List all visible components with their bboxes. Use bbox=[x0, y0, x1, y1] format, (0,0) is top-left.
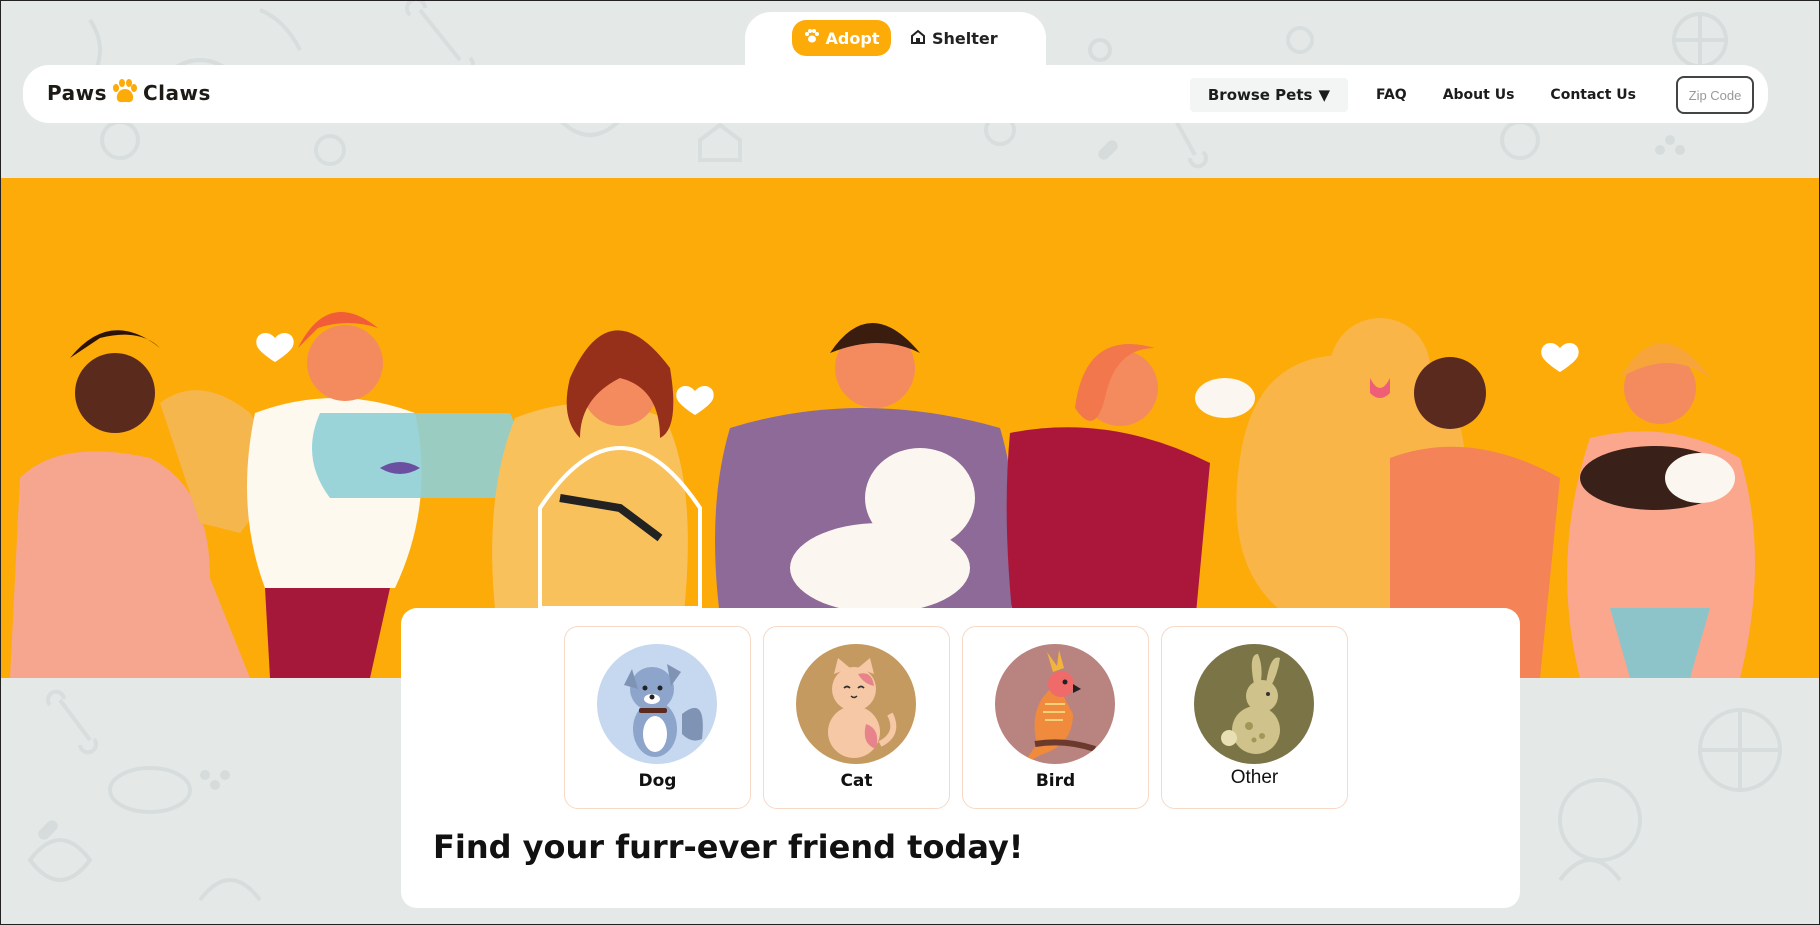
hero-banner bbox=[0, 178, 1820, 678]
rabbit-icon bbox=[1194, 644, 1314, 764]
logo-text-right: Claws bbox=[143, 81, 211, 105]
bird-icon bbox=[995, 644, 1115, 764]
logo-text-left: Paws bbox=[47, 81, 107, 105]
browse-pets-label: Browse Pets bbox=[1207, 86, 1313, 104]
nav-faq[interactable]: FAQ bbox=[1358, 78, 1425, 112]
category-bird[interactable]: Bird bbox=[962, 626, 1149, 809]
header-bar: Paws Claws Browse Pets ▼ FAQ About Us Co… bbox=[23, 65, 1768, 123]
browse-pets-dropdown[interactable]: Browse Pets ▼ bbox=[1189, 78, 1348, 112]
nav-about-us[interactable]: About Us bbox=[1425, 78, 1533, 112]
category-other[interactable]: Other bbox=[1161, 626, 1348, 809]
category-tiles: Dog Cat Bird Other bbox=[564, 626, 1348, 809]
nav-contact-us[interactable]: Contact Us bbox=[1532, 78, 1654, 112]
cat-icon bbox=[796, 644, 916, 764]
category-bird-label: Bird bbox=[1035, 771, 1076, 791]
zip-code-input[interactable] bbox=[1676, 76, 1754, 114]
tagline-heading: Find your furr-ever friend today! bbox=[433, 828, 1024, 866]
dog-icon bbox=[597, 644, 717, 764]
shelter-toggle-button[interactable]: Shelter bbox=[906, 20, 1020, 56]
category-dog[interactable]: Dog bbox=[564, 626, 751, 809]
category-dog-label: Dog bbox=[638, 771, 677, 791]
adopt-shelter-toggle: Adopt Shelter bbox=[745, 12, 1046, 72]
house-icon bbox=[910, 29, 926, 48]
caret-down-icon: ▼ bbox=[1318, 86, 1330, 104]
shelter-label: Shelter bbox=[932, 28, 998, 48]
main-nav: Browse Pets ▼ FAQ About Us Contact Us bbox=[1189, 76, 1754, 114]
pet-category-card: Dog Cat Bird Other Find your furr-ever f… bbox=[401, 608, 1520, 908]
paw-icon bbox=[804, 28, 820, 48]
adopt-label: Adopt bbox=[825, 28, 880, 48]
paw-icon bbox=[111, 78, 139, 109]
category-cat[interactable]: Cat bbox=[763, 626, 950, 809]
category-cat-label: Cat bbox=[840, 771, 873, 791]
category-other-label: Other bbox=[1230, 767, 1279, 788]
people-with-pets-illustration bbox=[10, 312, 1755, 678]
logo[interactable]: Paws Claws bbox=[47, 78, 211, 108]
adopt-toggle-button[interactable]: Adopt bbox=[792, 20, 891, 56]
